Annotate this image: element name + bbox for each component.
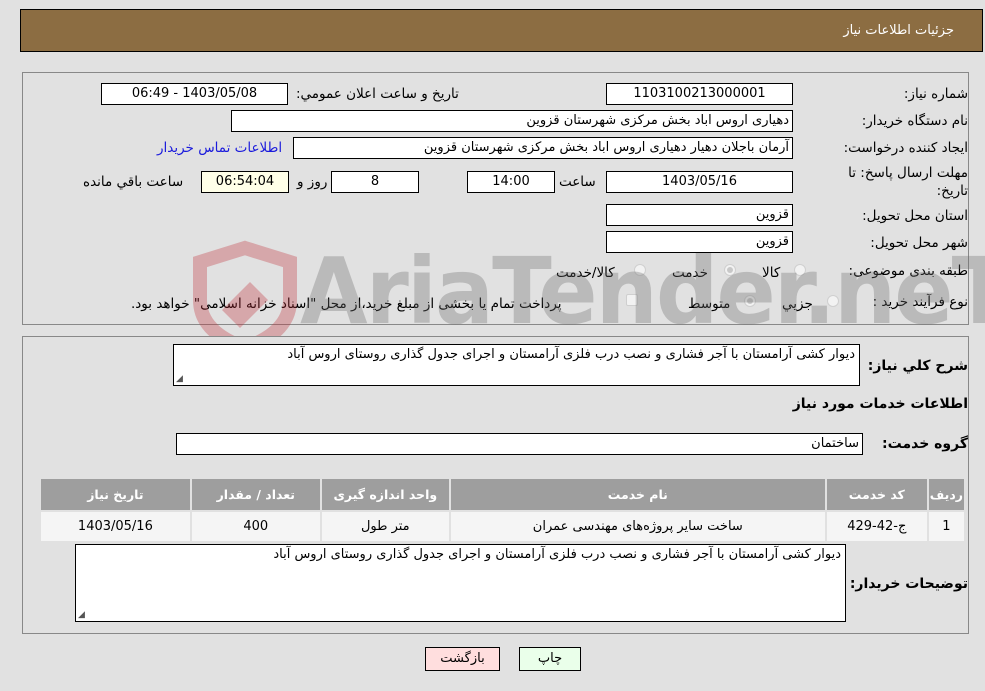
delivery-city-label: شهر محل تحویل: xyxy=(870,235,968,251)
process-option-minor: جزيي xyxy=(782,296,813,312)
col-need-date: تاریخ نیاز xyxy=(39,477,192,512)
deadline-time-label: ساعت xyxy=(559,174,596,190)
cell-row-number: 1 xyxy=(926,510,967,543)
category-option-service: خدمت xyxy=(672,265,708,281)
announce-datetime-field[interactable]: 1403/05/08 - 06:49 xyxy=(101,83,288,105)
time-remaining-field: 06:54:04 xyxy=(201,171,289,193)
buyer-org-field[interactable]: دهیاری اروس اباد بخش مرکزی شهرستان قزوین xyxy=(231,110,793,132)
process-radio-minor[interactable] xyxy=(827,295,839,307)
col-service-code: کد خدمت xyxy=(824,477,929,512)
delivery-province-label: استان محل تحویل: xyxy=(862,208,968,224)
requester-field[interactable]: آرمان باجلان دهیار دهیاری اروس اباد بخش … xyxy=(293,137,793,159)
services-table: ردیف کد خدمت نام خدمت واحد اندازه گیری ت… xyxy=(39,477,967,543)
deadline-date-field[interactable]: 1403/05/16 xyxy=(606,171,793,193)
days-label: روز و xyxy=(297,174,328,190)
general-desc-text: دیوار کشی آرامستان با آجر فشاری و نصب در… xyxy=(287,347,855,362)
cell-quantity: 400 xyxy=(189,510,322,543)
category-option-goods: کالا xyxy=(762,265,781,281)
time-remaining-label: ساعت باقي مانده xyxy=(83,174,184,190)
col-unit: واحد اندازه گیری xyxy=(319,477,451,512)
purchase-process-label: نوع فرآیند خرید : xyxy=(872,294,968,310)
category-radio-goods-service[interactable] xyxy=(634,264,646,276)
deadline-label-line1: مهلت ارسال پاسخ: تا xyxy=(848,165,968,181)
treasury-note: پرداخت تمام یا بخشی از مبلغ خرید،از محل … xyxy=(131,296,562,312)
col-quantity: تعداد / مقدار xyxy=(189,477,322,512)
col-service-name: نام خدمت xyxy=(448,477,827,512)
resize-grip-icon[interactable]: ◢ xyxy=(78,610,85,620)
buyer-notes-textarea[interactable]: دیوار کشی آرامستان با آجر فشاری و نصب در… xyxy=(75,544,846,622)
buyer-org-label: نام دستگاه خریدار: xyxy=(861,113,968,129)
cell-unit: متر طول xyxy=(319,510,451,543)
deadline-label-line2: تاریخ: xyxy=(936,183,968,199)
process-radio-medium[interactable] xyxy=(744,295,756,307)
page-title: جزئیات اطلاعات نیاز xyxy=(843,23,954,38)
days-remaining-field[interactable]: 8 xyxy=(331,171,419,193)
back-button[interactable]: بازگشت xyxy=(425,647,500,671)
general-desc-label: شرح کلي نیاز: xyxy=(867,358,968,374)
table-row: 1 ج-42-429 ساخت سایر پروژه‌های مهندسی عم… xyxy=(39,510,967,543)
page-header: جزئیات اطلاعات نیاز xyxy=(20,9,983,52)
cell-service-name: ساخت سایر پروژه‌های مهندسی عمران xyxy=(448,510,827,543)
cell-need-date: 1403/05/16 xyxy=(39,510,192,543)
buyer-notes-text: دیوار کشی آرامستان با آجر فشاری و نصب در… xyxy=(273,547,841,562)
category-radio-goods[interactable] xyxy=(794,264,806,276)
general-desc-textarea[interactable]: دیوار کشی آرامستان با آجر فشاری و نصب در… xyxy=(173,344,860,386)
buyer-contact-link[interactable]: اطلاعات تماس خریدار xyxy=(157,140,282,156)
buyer-notes-label: توضیحات خریدار: xyxy=(849,576,968,592)
need-number-field[interactable]: 1103100213000001 xyxy=(606,83,793,105)
deadline-time-field[interactable]: 14:00 xyxy=(467,171,555,193)
process-option-medium: متوسط xyxy=(688,296,731,312)
cell-service-code: ج-42-429 xyxy=(824,510,929,543)
category-option-goods-service: کالا/خدمت xyxy=(556,265,615,281)
category-radio-service[interactable] xyxy=(724,264,736,276)
delivery-city-field[interactable]: قزوین xyxy=(606,231,793,253)
requester-label: ایجاد کننده درخواست: xyxy=(843,140,968,156)
table-header-row: ردیف کد خدمت نام خدمت واحد اندازه گیری ت… xyxy=(39,477,967,512)
col-row-number: ردیف xyxy=(926,477,967,512)
announce-datetime-label: تاریخ و ساعت اعلان عمومي: xyxy=(296,86,459,102)
services-heading: اطلاعات خدمات مورد نیاز xyxy=(792,396,968,412)
resize-grip-icon[interactable]: ◢ xyxy=(176,374,183,384)
need-number-label: شماره نیاز: xyxy=(903,86,968,102)
service-group-field[interactable]: ساختمان xyxy=(176,433,863,455)
treasury-checkbox[interactable] xyxy=(626,294,638,306)
print-button[interactable]: چاپ xyxy=(519,647,581,671)
service-group-label: گروه خدمت: xyxy=(882,436,968,452)
category-label: طبقه بندی موضوعی: xyxy=(848,263,968,279)
delivery-province-field[interactable]: قزوین xyxy=(606,204,793,226)
